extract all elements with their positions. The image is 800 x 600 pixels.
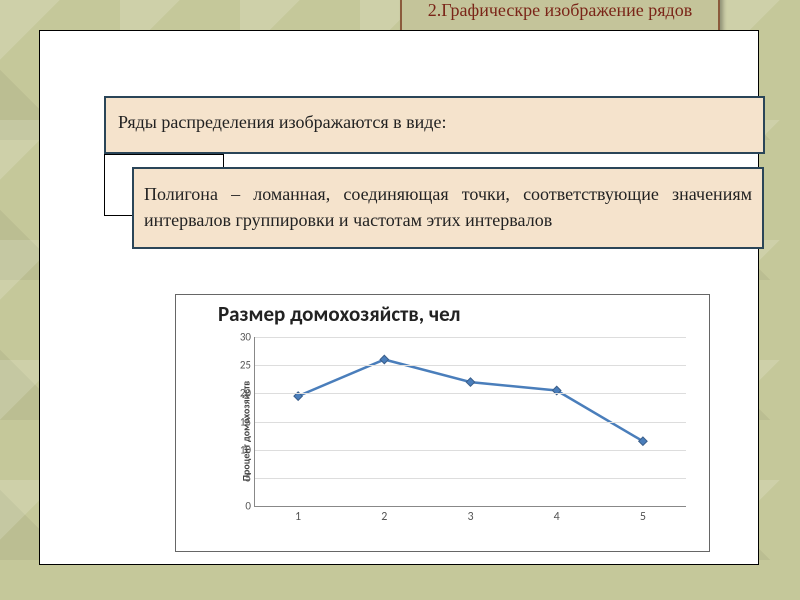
x-tick-label: 2 xyxy=(381,510,387,524)
x-tick-label: 4 xyxy=(554,510,560,524)
x-tick-label: 5 xyxy=(640,510,646,524)
slide-frame: Ряды распределения изображаются в виде: … xyxy=(39,30,759,565)
chart-title: Размер домохозяйств, чел xyxy=(176,295,709,327)
y-tick-label: 15 xyxy=(233,415,251,428)
y-tick-label: 30 xyxy=(233,331,251,344)
y-tick-label: 25 xyxy=(233,359,251,372)
x-tick-label: 1 xyxy=(295,510,301,524)
chart: Размер домохозяйств, чел Процент домохоз… xyxy=(175,294,710,552)
definition-box: Полигона – ломанная, соединяющая точки, … xyxy=(132,167,764,249)
y-tick-label: 20 xyxy=(233,387,251,400)
intro-box: Ряды распределения изображаются в виде: xyxy=(104,96,765,154)
y-tick-label: 0 xyxy=(233,500,251,513)
gridline xyxy=(255,422,686,423)
gridline xyxy=(255,393,686,394)
intro-text: Ряды распределения изображаются в виде: xyxy=(118,112,446,132)
x-tick-label: 3 xyxy=(467,510,473,524)
definition-text: Полигона – ломанная, соединяющая точки, … xyxy=(144,184,752,230)
gridline xyxy=(255,478,686,479)
chart-plot: Процент домохозяйств 05101520253012345 xyxy=(226,337,696,525)
gridline xyxy=(255,450,686,451)
plot-area: 05101520253012345 xyxy=(254,337,686,507)
gridline xyxy=(255,337,686,338)
gridline xyxy=(255,365,686,366)
y-tick-label: 5 xyxy=(233,471,251,484)
y-tick-label: 10 xyxy=(233,443,251,456)
